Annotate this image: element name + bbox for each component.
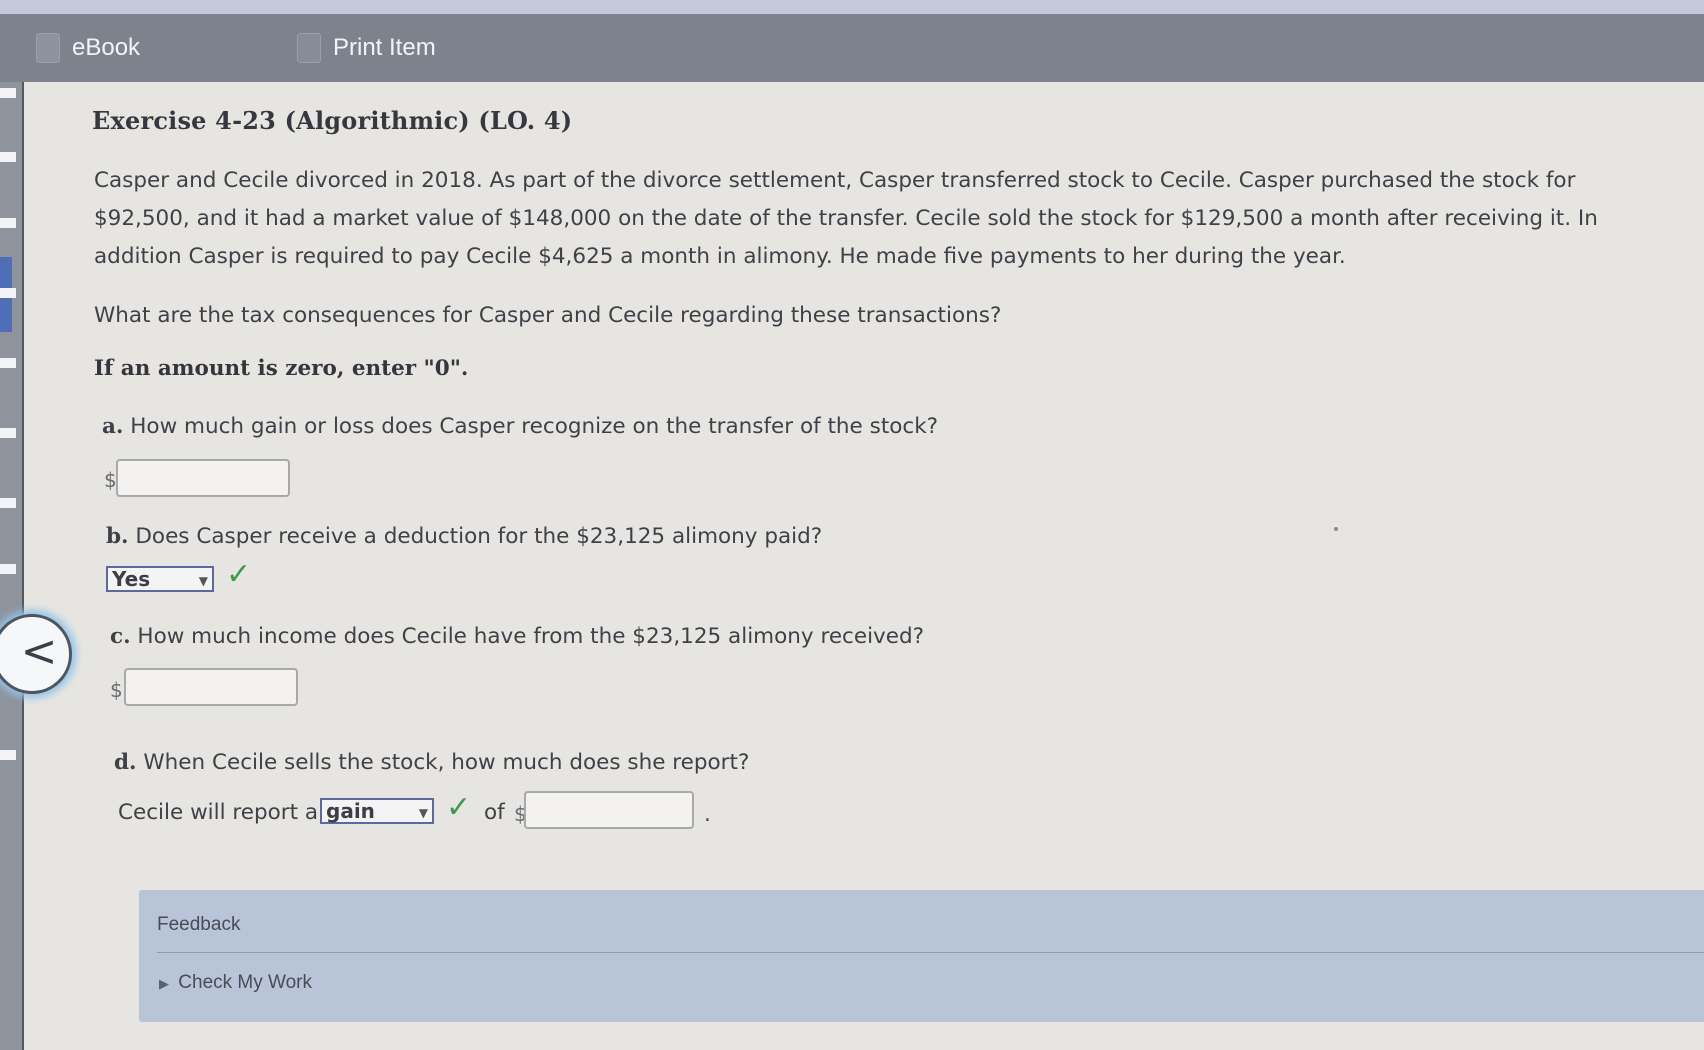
feedback-divider <box>157 952 1704 953</box>
answer-d-suffix: . <box>704 802 711 827</box>
dropdown-arrow-icon: ▼ <box>198 574 208 588</box>
rail-marker <box>0 428 16 438</box>
question-a-text: How much gain or loss does Casper recogn… <box>130 414 939 439</box>
book-icon <box>36 33 60 63</box>
answer-d-select[interactable]: gain ▼ <box>320 798 434 824</box>
answer-d-of-label: of <box>484 800 505 825</box>
stray-dot <box>1334 527 1338 531</box>
rail-marker <box>0 358 16 368</box>
rail-marker <box>0 152 16 162</box>
check-my-work-label: Check My Work <box>178 972 313 993</box>
question-prompt: What are the tax consequences for Casper… <box>94 303 1002 328</box>
problem-statement: Casper and Cecile divorced in 2018. As p… <box>94 168 1598 269</box>
print-item-label: Print Item <box>333 34 436 61</box>
question-c-letter: c. <box>110 624 131 649</box>
chevron-left-icon: < <box>20 625 58 677</box>
ebook-label: eBook <box>72 34 141 61</box>
feedback-label: Feedback <box>157 914 241 935</box>
answer-b-select[interactable]: Yes ▼ <box>106 566 214 592</box>
rail-marker <box>0 498 16 508</box>
exercise-panel: Exercise 4-23 (Algorithmic) (LO. 4) Casp… <box>22 82 1704 1050</box>
currency-symbol: $ <box>110 678 123 702</box>
answer-b-selected: Yes <box>112 567 151 591</box>
rail-marker <box>0 88 16 98</box>
feedback-panel: Feedback ▶ Check My Work <box>139 890 1704 1022</box>
triangle-right-icon: ▶ <box>159 976 169 991</box>
dropdown-arrow-icon: ▼ <box>418 806 428 820</box>
question-d-text: When Cecile sells the stock, how much do… <box>143 750 750 775</box>
print-icon <box>297 33 321 63</box>
question-c-text: How much income does Cecile have from th… <box>137 624 925 649</box>
question-a: a. How much gain or loss does Casper rec… <box>102 414 938 439</box>
exercise-title: Exercise 4-23 (Algorithmic) (LO. 4) <box>92 106 573 135</box>
question-c: c. How much income does Cecile have from… <box>110 624 924 649</box>
ebook-button[interactable]: eBook <box>36 14 140 82</box>
question-d-letter: d. <box>114 750 137 775</box>
currency-symbol: $ <box>104 468 117 492</box>
checkmark-icon: ✓ <box>446 790 472 825</box>
zero-instruction: If an amount is zero, enter "0". <box>94 356 469 381</box>
rail-marker <box>0 288 16 298</box>
question-a-letter: a. <box>102 414 124 439</box>
answer-d-input[interactable] <box>524 791 694 829</box>
question-b-text: Does Casper receive a deduction for the … <box>135 524 823 549</box>
answer-c-input[interactable] <box>124 668 298 706</box>
question-b-letter: b. <box>106 524 129 549</box>
print-item-button[interactable]: Print Item <box>297 14 436 82</box>
rail-marker <box>0 218 16 228</box>
toolbar: eBook Print Item <box>0 14 1704 82</box>
check-my-work-link[interactable]: ▶ Check My Work <box>159 972 312 994</box>
rail-marker <box>0 750 16 760</box>
rail-marker <box>0 564 16 574</box>
question-b: b. Does Casper receive a deduction for t… <box>106 524 822 549</box>
browser-top-strip <box>0 0 1704 14</box>
answer-d-selected: gain <box>326 799 375 823</box>
answer-d-prefix: Cecile will report a <box>118 800 319 825</box>
answer-a-input[interactable] <box>116 459 290 497</box>
checkmark-icon: ✓ <box>226 557 252 592</box>
question-d: d. When Cecile sells the stock, how much… <box>114 750 749 775</box>
